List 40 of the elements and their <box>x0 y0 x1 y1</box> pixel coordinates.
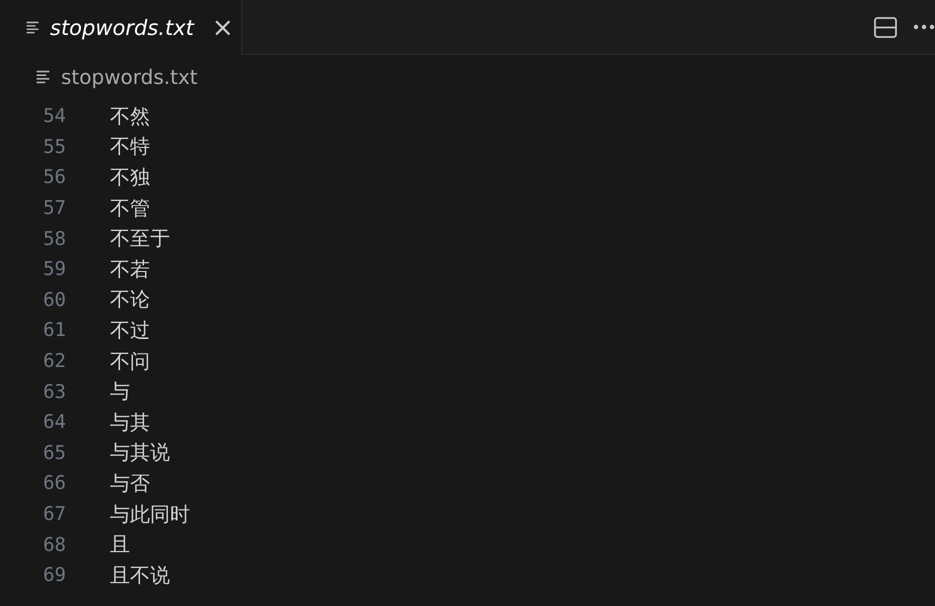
line-number: 58 <box>42 228 66 250</box>
code-line: 不若 <box>110 256 150 283</box>
code-line: 不特 <box>110 133 150 160</box>
code-line: 不管 <box>110 194 150 222</box>
line-number: 59 <box>42 258 66 280</box>
line-number: 56 <box>42 166 66 188</box>
line-number: 61 <box>42 319 66 342</box>
editor-tab[interactable]: stopwords.txt × <box>0 0 242 55</box>
tab-label: stopwords.txt <box>50 16 194 40</box>
line-number: 54 <box>42 105 66 128</box>
more-actions-button[interactable] <box>913 24 935 30</box>
line-number: 63 <box>42 380 66 403</box>
text-file-icon <box>26 21 40 34</box>
code-line: 不独 <box>110 164 150 191</box>
line-number: 68 <box>42 534 66 556</box>
line-number: 65 <box>42 442 66 464</box>
code-line: 不然 <box>110 102 150 130</box>
close-button[interactable]: × <box>208 14 238 40</box>
code-line: 且不说 <box>110 562 170 589</box>
text-file-icon <box>36 70 51 84</box>
code-line: 与 <box>110 378 130 406</box>
code-line: 与否 <box>110 470 150 497</box>
line-number: 69 <box>42 564 66 586</box>
line-number: 66 <box>42 472 66 494</box>
code-line: 不过 <box>110 316 150 344</box>
code-line: 不论 <box>110 286 150 314</box>
code-line: 与此同时 <box>110 500 190 528</box>
line-number: 62 <box>42 350 66 372</box>
code-line: 且 <box>110 531 130 558</box>
line-number: 60 <box>42 288 66 311</box>
code-line: 不问 <box>110 348 150 375</box>
code-line: 不至于 <box>110 225 170 252</box>
breadcrumb-item[interactable]: stopwords.txt <box>61 65 198 89</box>
line-number: 64 <box>42 411 66 434</box>
line-number: 57 <box>42 197 66 220</box>
code-line: 与其 <box>110 408 150 436</box>
line-number: 67 <box>42 503 66 526</box>
split-editor-button[interactable] <box>874 16 897 38</box>
line-number: 55 <box>42 136 66 158</box>
code-line: 与其说 <box>110 439 170 466</box>
